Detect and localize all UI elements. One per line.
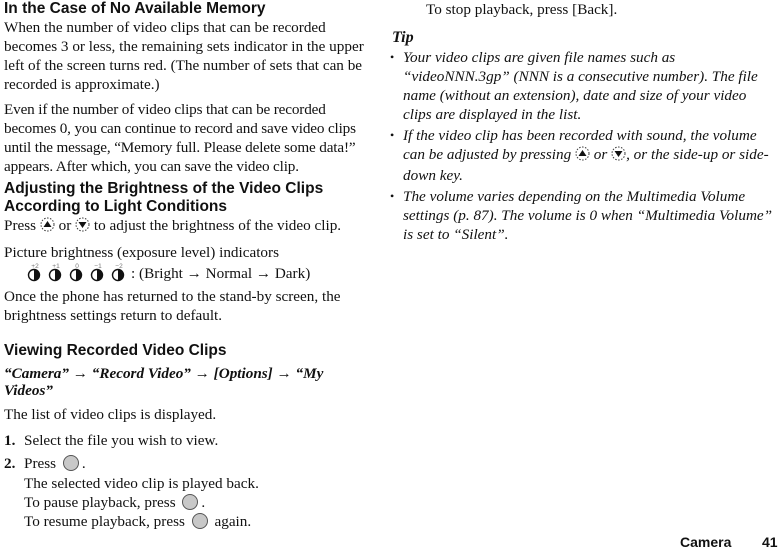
step-2: 2. Press .	[4, 454, 370, 473]
step-number: 1.	[4, 432, 16, 449]
down-key-icon	[611, 146, 626, 166]
heading-viewing: Viewing Recorded Video Clips	[4, 342, 227, 359]
para-brightness-default: Once the phone has returned to the stand…	[4, 288, 341, 324]
adjust-text: to adjust the brightness of the video cl…	[93, 217, 342, 234]
brightness-icons: +2 +1 0 −1 −2	[26, 263, 131, 282]
period: .	[81, 455, 86, 472]
brightness-level-icon: +2	[26, 262, 42, 287]
heading-brightness: Adjusting the Brightness of the Video Cl…	[4, 180, 370, 216]
tip-list: Your video clips are given file names su…	[390, 48, 776, 244]
up-key-icon	[40, 217, 55, 237]
pause-prefix: To pause playback, press	[24, 494, 176, 511]
indicators-desc: : (Bright → Normal → Dark)	[131, 265, 311, 282]
heading-brightness-line2: According to Light Conditions	[4, 198, 227, 215]
center-key-icon	[182, 494, 199, 510]
tip-item: If the video clip has been recorded with…	[390, 126, 776, 185]
step-text: Select the file you wish to view.	[24, 432, 219, 449]
resume-prefix: To resume playback, press	[24, 513, 185, 530]
indicators-label: Picture brightness (exposure level) indi…	[4, 244, 279, 261]
tip-heading: Tip	[392, 29, 414, 46]
menu-path-line2: Videos”	[4, 382, 53, 399]
up-key-icon	[575, 146, 590, 166]
tip-item: Your video clips are given file names su…	[390, 48, 776, 124]
resume-text: To resume playback, press again.	[24, 512, 370, 531]
para-press-adjust: Press or to adjust the brightness of the…	[4, 216, 370, 237]
heading-no-memory: In the Case of No Available Memory	[4, 0, 266, 17]
menu-path: “Camera” → “Record Video” → [Options] → …	[4, 365, 370, 399]
brightness-level-icon: −1	[89, 262, 105, 287]
left-column: In the Case of No Available Memory When …	[4, 0, 370, 531]
brightness-level-icon: −2	[110, 262, 126, 287]
step-text: Press	[24, 455, 57, 472]
center-key-icon	[191, 513, 208, 529]
center-key-icon	[62, 455, 79, 471]
step-1: 1. Select the file you wish to view.	[4, 431, 370, 450]
list-displayed: The list of video clips is displayed.	[4, 406, 217, 423]
period: .	[201, 494, 206, 511]
played-back-text: The selected video clip is played back.	[24, 475, 259, 492]
or-text: or	[58, 217, 72, 234]
menu-path-line1: “Camera” → “Record Video” → [Options] → …	[4, 365, 324, 382]
pause-text: To pause playback, press .	[24, 493, 370, 512]
or-text: or	[593, 146, 608, 163]
para-memory-indicator: When the number of video clips that can …	[4, 19, 364, 93]
step-2-detail: The selected video clip is played back. …	[4, 474, 370, 531]
press-text: Press	[4, 217, 37, 234]
right-column: To stop playback, press [Back]. Tip Your…	[390, 0, 776, 244]
para-memory-full: Even if the number of video clips that c…	[4, 101, 356, 175]
resume-suffix: again.	[214, 513, 252, 530]
down-key-icon	[75, 217, 90, 237]
indicators-row: +2 +1 0 −1 −2: (Bright → Normal → Dark)	[4, 262, 370, 287]
tip-item: The volume varies depending on the Multi…	[390, 187, 776, 244]
brightness-level-icon: 0	[68, 262, 84, 287]
heading-brightness-line1: Adjusting the Brightness of the Video Cl…	[4, 180, 324, 197]
brightness-level-icon: +1	[47, 262, 63, 287]
stop-playback-text: To stop playback, press [Back].	[426, 1, 618, 18]
step-number: 2.	[4, 455, 16, 472]
